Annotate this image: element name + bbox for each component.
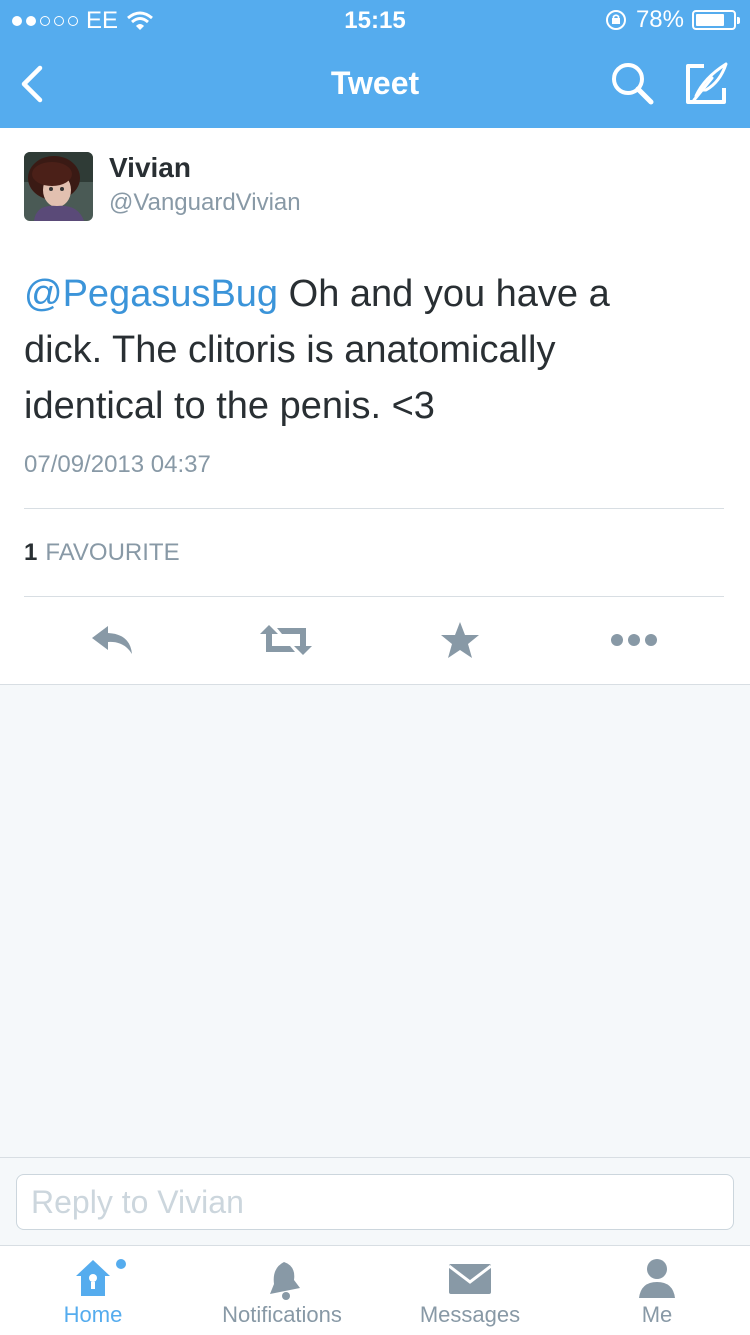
orientation-lock-icon: [605, 10, 626, 30]
author-name[interactable]: Vivian: [109, 152, 191, 184]
favourite-icon: [441, 622, 479, 658]
home-icon: [76, 1259, 126, 1296]
nav-bar: Tweet: [0, 40, 750, 128]
favourite-stat[interactable]: 1 FAVOURITE: [24, 539, 180, 567]
tab-home[interactable]: Home: [3, 1254, 183, 1334]
favourite-button[interactable]: [430, 616, 490, 664]
tweet-detail: Vivian @VanguardVivian @PegasusBug Oh an…: [0, 128, 750, 685]
reply-input[interactable]: [16, 1174, 734, 1230]
app-header: EE 15:15 78% Tweet: [0, 0, 750, 128]
tab-me[interactable]: Me: [567, 1254, 747, 1334]
tweet-text-line-3: identical to the penis. <3: [24, 385, 435, 427]
tweet-text: @PegasusBug Oh and you have a dick. The …: [24, 266, 724, 434]
reply-bar: [0, 1157, 750, 1246]
tweet-text-line-2: dick. The clitoris is anatomically: [24, 329, 556, 371]
tab-messages-label: Messages: [419, 1302, 521, 1327]
more-button[interactable]: [604, 616, 664, 664]
tab-bar: Home Notifications Messages Me: [0, 1245, 750, 1335]
mention-link[interactable]: @PegasusBug: [24, 273, 278, 315]
bell-icon: [270, 1262, 300, 1300]
author-handle[interactable]: @VanguardVivian: [109, 189, 301, 217]
reply-button[interactable]: [82, 616, 142, 664]
person-icon: [639, 1259, 675, 1298]
tab-notifications-label: Notifications: [222, 1302, 342, 1327]
battery-percent: 78%: [635, 6, 684, 33]
divider: [24, 508, 724, 509]
tab-home-label: Home: [63, 1302, 123, 1327]
status-bar: EE 15:15 78%: [0, 0, 750, 40]
reply-icon: [92, 626, 132, 654]
retweet-icon: [260, 625, 312, 655]
envelope-icon: [448, 1264, 492, 1294]
tab-messages[interactable]: Messages: [380, 1254, 560, 1334]
search-icon[interactable]: [607, 58, 657, 108]
battery-icon: [692, 10, 740, 30]
divider: [24, 596, 724, 597]
favourite-label: FAVOURITE: [45, 539, 180, 566]
tab-me-label: Me: [641, 1302, 673, 1327]
compose-icon[interactable]: [682, 58, 732, 108]
favourite-count: 1: [24, 539, 38, 566]
retweet-button[interactable]: [256, 616, 316, 664]
tab-notifications[interactable]: Notifications: [192, 1254, 372, 1334]
avatar[interactable]: [24, 152, 93, 221]
tweet-timestamp: 07/09/2013 04:37: [24, 451, 211, 478]
tweet-text-line-1: Oh and you have a: [278, 273, 610, 315]
more-icon: [611, 634, 657, 646]
